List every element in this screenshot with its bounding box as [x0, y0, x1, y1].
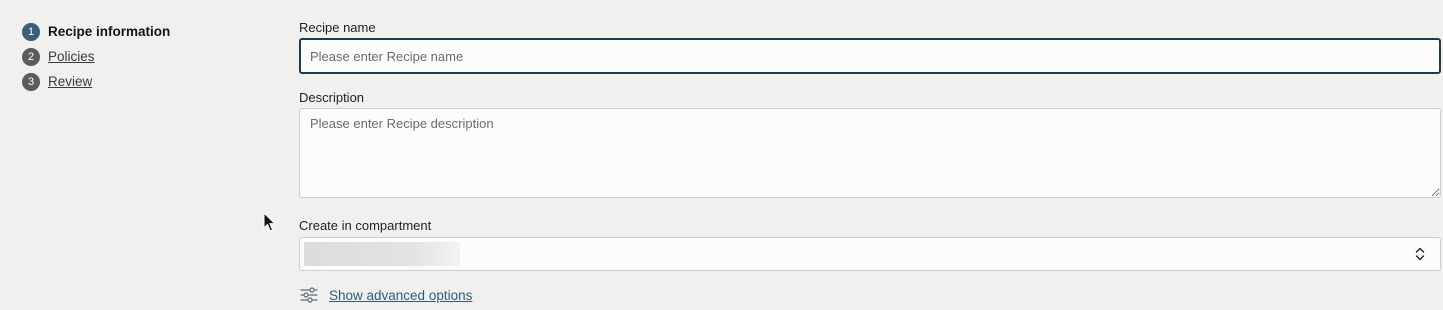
step-number-1: 1 — [22, 22, 40, 41]
mouse-pointer-icon — [263, 212, 277, 232]
description-textarea[interactable] — [299, 108, 1441, 198]
step-label-recipe-information: Recipe information — [48, 24, 171, 39]
wizard-steps: 1 Recipe information 2 Policies 3 Review — [22, 19, 170, 94]
compartment-select[interactable] — [299, 237, 1441, 271]
step-link-review[interactable]: Review — [48, 74, 92, 89]
description-label: Description — [299, 90, 365, 105]
step-link-policies[interactable]: Policies — [48, 49, 95, 64]
recipe-name-input[interactable] — [299, 38, 1441, 74]
recipe-form: Recipe name Description Create in compar… — [299, 20, 1441, 305]
recipe-name-label: Recipe name — [299, 20, 376, 35]
step-number-3: 3 — [22, 72, 40, 91]
step-review[interactable]: 3 Review — [22, 69, 170, 94]
advanced-options-row[interactable]: Show advanced options — [299, 285, 1441, 305]
step-number-2: 2 — [22, 47, 40, 66]
show-advanced-options-link[interactable]: Show advanced options — [329, 288, 472, 303]
sliders-icon — [300, 287, 318, 303]
step-recipe-information: 1 Recipe information — [22, 19, 170, 44]
create-recipe-page: 1 Recipe information 2 Policies 3 Review… — [0, 0, 1443, 310]
compartment-label: Create in compartment — [299, 218, 432, 233]
chevron-up-down-icon — [1415, 247, 1425, 261]
step-policies[interactable]: 2 Policies — [22, 44, 170, 69]
compartment-selected-value — [304, 242, 460, 266]
